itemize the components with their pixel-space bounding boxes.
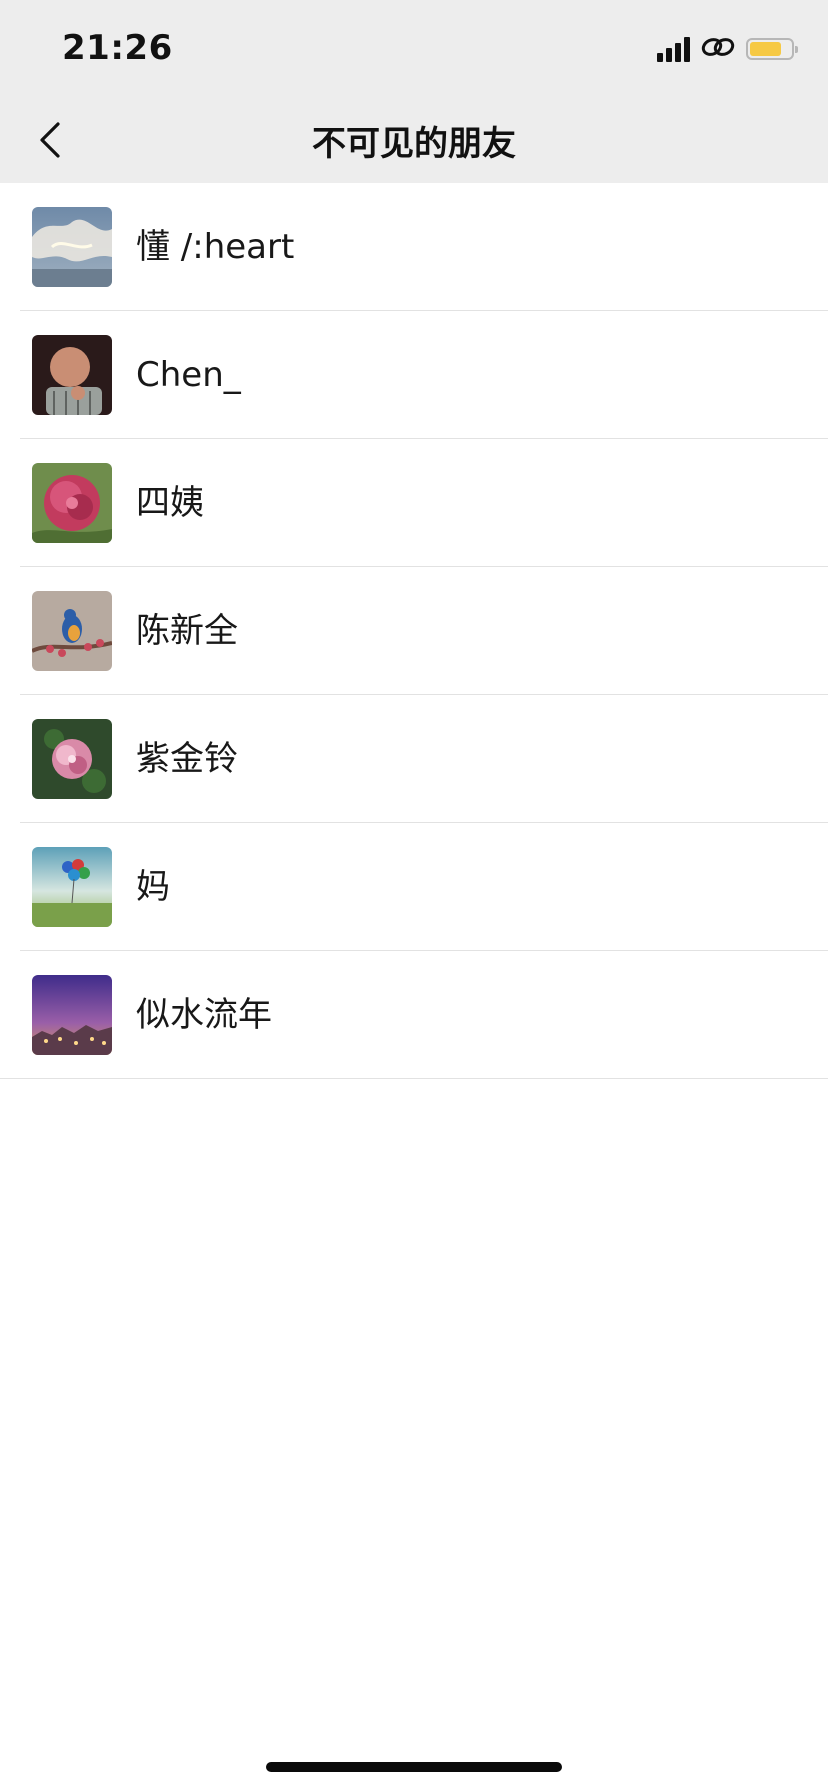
- avatar: [32, 591, 112, 671]
- avatar: [32, 463, 112, 543]
- page-title: 不可见的朋友: [312, 124, 516, 164]
- link-icon: [700, 34, 736, 64]
- friend-row[interactable]: 妈: [0, 823, 828, 951]
- friend-row[interactable]: Chen_: [0, 311, 828, 439]
- status-icons: [657, 34, 798, 64]
- friend-row[interactable]: 懂 /:heart: [0, 183, 828, 311]
- friend-row[interactable]: 陈新全: [0, 567, 828, 695]
- friend-row[interactable]: 紫金铃: [0, 695, 828, 823]
- avatar: [32, 847, 112, 927]
- friend-list: 懂 /:heart Chen_ 四姨 陈新全 紫金铃 妈 似水流年: [0, 183, 828, 1079]
- avatar: [32, 719, 112, 799]
- home-indicator[interactable]: [266, 1762, 562, 1772]
- friend-row[interactable]: 四姨: [0, 439, 828, 567]
- divider: [0, 1078, 828, 1079]
- avatar: [32, 335, 112, 415]
- friend-name: Chen_: [136, 355, 241, 395]
- avatar: [32, 207, 112, 287]
- avatar: [32, 975, 112, 1055]
- friend-name: 陈新全: [136, 611, 238, 651]
- friend-name: 四姨: [136, 483, 204, 523]
- friend-name: 似水流年: [136, 995, 272, 1035]
- status-bar: 21:26: [0, 0, 828, 100]
- battery-icon: [746, 38, 798, 60]
- navigation-bar: 不可见的朋友: [0, 100, 828, 183]
- signal-icon: [657, 36, 690, 62]
- invisible-friends-screen: 21:26 不可见的朋友 懂 /:heart Chen_ 四姨 陈新全 紫金铃 …: [0, 0, 828, 1792]
- header-area: 21:26 不可见的朋友: [0, 0, 828, 183]
- friend-row[interactable]: 似水流年: [0, 951, 828, 1079]
- friend-name: 懂 /:heart: [136, 227, 295, 267]
- friend-name: 妈: [136, 867, 170, 907]
- friend-name: 紫金铃: [136, 739, 238, 779]
- status-time: 21:26: [62, 28, 173, 68]
